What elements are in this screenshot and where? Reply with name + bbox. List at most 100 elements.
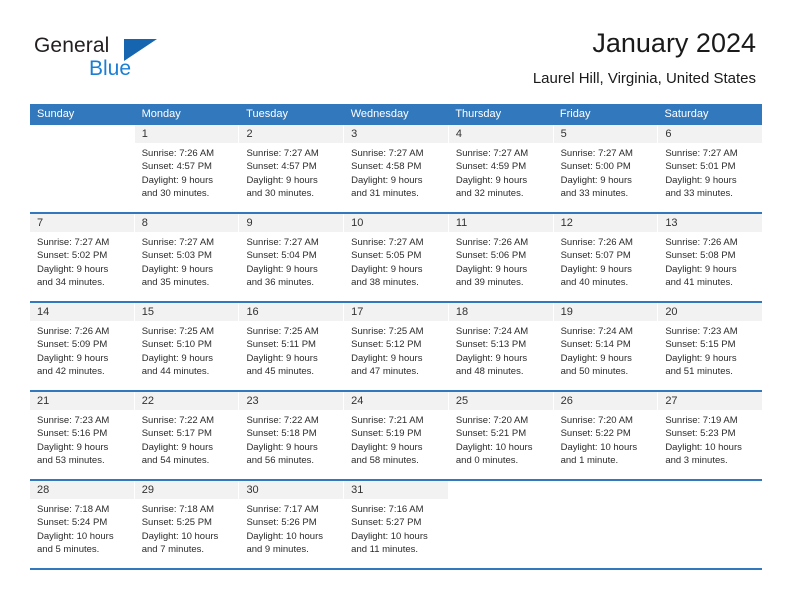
- day-cell[interactable]: 18 Sunrise: 7:24 AM Sunset: 5:13 PM Dayligh…: [448, 303, 554, 390]
- day-cell[interactable]: 23 Sunrise: 7:22 AM Sunset: 5:18 PM Dayligh…: [239, 392, 345, 479]
- day-number-strip: [449, 481, 553, 499]
- daylight-duration-line2: and 38 minutes.: [351, 277, 419, 289]
- day-details: Sunrise: 7:26 AM Sunset: 5:08 PM Daylight:…: [658, 232, 762, 290]
- day-cell[interactable]: 13 Sunrise: 7:26 AM Sunset: 5:08 PM Dayligh…: [658, 214, 763, 301]
- day-cell[interactable]: 3 Sunrise: 7:27 AM Sunset: 4:58 PM Daylight…: [344, 125, 449, 212]
- day-cell[interactable]: 29 Sunrise: 7:18 AM Sunset: 5:25 PM Dayligh…: [134, 481, 240, 568]
- daylight-duration-line1: Daylight: 9 hours: [455, 263, 528, 275]
- daylight-duration-line1: Daylight: 9 hours: [141, 174, 214, 186]
- daylight-duration-line1: Daylight: 10 hours: [141, 530, 219, 542]
- day-number: 2: [246, 128, 253, 140]
- day-number-strip: 5: [553, 125, 658, 143]
- sunrise-time: Sunrise: 7:26 AM: [141, 148, 215, 159]
- day-number: 28: [37, 484, 50, 496]
- day-cell[interactable]: 25 Sunrise: 7:20 AM Sunset: 5:21 PM Dayligh…: [448, 392, 554, 479]
- day-cell[interactable]: 8 Sunrise: 7:27 AM Sunset: 5:03 PM Daylight…: [134, 214, 240, 301]
- sunrise-time: Sunrise: 7:24 AM: [455, 326, 529, 337]
- daylight-duration-line2: and 7 minutes.: [141, 544, 205, 556]
- daylight-duration-line1: Daylight: 9 hours: [246, 352, 318, 364]
- daylight-duration-line2: and 45 minutes.: [246, 366, 315, 378]
- sunset-time: Sunset: 5:15 PM: [665, 339, 736, 351]
- day-cell[interactable]: 15 Sunrise: 7:25 AM Sunset: 5:10 PM Dayligh…: [134, 303, 240, 390]
- calendar-week-row: 7 Sunrise: 7:27 AM Sunset: 5:02 PM Daylight…: [30, 214, 763, 303]
- day-details: Sunrise: 7:23 AM Sunset: 5:15 PM Daylight:…: [658, 321, 762, 379]
- sunrise-time: Sunrise: 7:23 AM: [665, 326, 738, 337]
- daylight-duration-line1: Daylight: 9 hours: [351, 352, 423, 364]
- sunset-time: Sunset: 5:13 PM: [455, 339, 527, 351]
- sunrise-time: Sunrise: 7:20 AM: [560, 415, 633, 426]
- sunrise-time: Sunrise: 7:26 AM: [560, 237, 633, 248]
- sunrise-time: Sunrise: 7:27 AM: [351, 148, 424, 159]
- day-cell[interactable]: 4 Sunrise: 7:27 AM Sunset: 4:59 PM Daylight…: [448, 125, 554, 212]
- sunset-time: Sunset: 4:59 PM: [455, 161, 527, 173]
- weekday-thursday: Thursday: [455, 108, 502, 120]
- day-details: Sunrise: 7:27 AM Sunset: 4:59 PM Daylight:…: [449, 143, 553, 201]
- day-cell[interactable]: 28 Sunrise: 7:18 AM Sunset: 5:24 PM Dayligh…: [30, 481, 135, 568]
- day-number: 11: [455, 217, 468, 229]
- day-number-strip: 21: [30, 392, 134, 410]
- day-details: Sunrise: 7:23 AM Sunset: 5:16 PM Daylight:…: [30, 410, 134, 468]
- daylight-duration-line2: and 54 minutes.: [141, 455, 210, 467]
- day-number-strip: 16: [239, 303, 344, 321]
- day-number: 6: [665, 128, 672, 140]
- day-cell[interactable]: 21 Sunrise: 7:23 AM Sunset: 5:16 PM Dayligh…: [30, 392, 135, 479]
- sunrise-time: Sunrise: 7:27 AM: [37, 237, 110, 248]
- day-cell[interactable]: 24 Sunrise: 7:21 AM Sunset: 5:19 PM Dayligh…: [344, 392, 449, 479]
- weekday-friday: Friday: [559, 108, 591, 120]
- daylight-duration-line2: and 47 minutes.: [351, 366, 419, 378]
- day-cell[interactable]: 12 Sunrise: 7:26 AM Sunset: 5:07 PM Dayligh…: [553, 214, 659, 301]
- day-details: Sunrise: 7:20 AM Sunset: 5:21 PM Daylight:…: [449, 410, 553, 468]
- sunset-time: Sunset: 5:16 PM: [37, 428, 108, 440]
- day-cell[interactable]: 5 Sunrise: 7:27 AM Sunset: 5:00 PM Daylight…: [553, 125, 659, 212]
- day-number-strip: 15: [134, 303, 239, 321]
- day-number: 5: [560, 128, 567, 140]
- day-cell[interactable]: 26 Sunrise: 7:20 AM Sunset: 5:22 PM Dayligh…: [553, 392, 659, 479]
- day-number-strip: 22: [134, 392, 239, 410]
- sunrise-time: Sunrise: 7:24 AM: [560, 326, 633, 337]
- day-cell[interactable]: 11 Sunrise: 7:26 AM Sunset: 5:06 PM Dayligh…: [448, 214, 554, 301]
- daylight-duration-line1: Daylight: 9 hours: [665, 174, 737, 186]
- brand-logo[interactable]: General Blue: [34, 34, 164, 86]
- day-number-strip: 19: [553, 303, 658, 321]
- sunrise-time: Sunrise: 7:22 AM: [246, 415, 319, 426]
- day-details: Sunrise: 7:19 AM Sunset: 5:23 PM Daylight:…: [658, 410, 762, 468]
- day-cell[interactable]: 31 Sunrise: 7:16 AM Sunset: 5:27 PM Dayligh…: [344, 481, 449, 568]
- day-cell[interactable]: 6 Sunrise: 7:27 AM Sunset: 5:01 PM Daylight…: [658, 125, 763, 212]
- day-number-strip: 9: [239, 214, 344, 232]
- sunset-time: Sunset: 5:24 PM: [37, 517, 108, 529]
- day-cell[interactable]: 1 Sunrise: 7:26 AM Sunset: 4:57 PM Daylight…: [134, 125, 240, 212]
- daylight-duration-line1: Daylight: 9 hours: [351, 263, 423, 275]
- calendar-week-row: 1 Sunrise: 7:26 AM Sunset: 4:57 PM Daylight…: [30, 125, 763, 214]
- day-cell[interactable]: 27 Sunrise: 7:19 AM Sunset: 5:23 PM Dayligh…: [658, 392, 763, 479]
- day-number-strip: 10: [344, 214, 448, 232]
- day-number: 4: [455, 128, 462, 140]
- calendar-page: General Blue January 2024 Laurel Hill, V…: [0, 0, 792, 612]
- day-number: 17: [351, 306, 364, 318]
- daylight-duration-line2: and 5 minutes.: [37, 544, 100, 556]
- day-cell[interactable]: 30 Sunrise: 7:17 AM Sunset: 5:26 PM Dayligh…: [239, 481, 345, 568]
- day-details: Sunrise: 7:27 AM Sunset: 4:58 PM Daylight:…: [344, 143, 448, 201]
- day-cell[interactable]: 19 Sunrise: 7:24 AM Sunset: 5:14 PM Dayligh…: [553, 303, 659, 390]
- sunrise-time: Sunrise: 7:26 AM: [37, 326, 110, 337]
- day-number: 10: [351, 217, 364, 229]
- daylight-duration-line2: and 35 minutes.: [141, 277, 210, 289]
- daylight-duration-line2: and 50 minutes.: [560, 366, 629, 378]
- sunrise-time: Sunrise: 7:27 AM: [246, 237, 319, 248]
- day-cell[interactable]: 7 Sunrise: 7:27 AM Sunset: 5:02 PM Daylight…: [30, 214, 135, 301]
- day-cell[interactable]: 20 Sunrise: 7:23 AM Sunset: 5:15 PM Dayligh…: [658, 303, 763, 390]
- day-cell[interactable]: 2 Sunrise: 7:27 AM Sunset: 4:57 PM Daylight…: [239, 125, 345, 212]
- day-number-strip: 25: [448, 392, 553, 410]
- day-cell[interactable]: 14 Sunrise: 7:26 AM Sunset: 5:09 PM Dayligh…: [30, 303, 135, 390]
- day-number: 29: [141, 484, 154, 496]
- day-cell[interactable]: 10 Sunrise: 7:27 AM Sunset: 5:05 PM Dayligh…: [344, 214, 449, 301]
- sunset-time: Sunset: 4:57 PM: [246, 161, 317, 173]
- day-number: 15: [141, 306, 154, 318]
- weekday-wednesday: Wednesday: [350, 108, 409, 120]
- daylight-duration-line2: and 42 minutes.: [37, 366, 105, 378]
- day-cell[interactable]: 22 Sunrise: 7:22 AM Sunset: 5:17 PM Dayligh…: [134, 392, 240, 479]
- daylight-duration-line1: Daylight: 9 hours: [560, 263, 632, 275]
- day-cell[interactable]: 9 Sunrise: 7:27 AM Sunset: 5:04 PM Daylight…: [239, 214, 345, 301]
- day-cell[interactable]: 16 Sunrise: 7:25 AM Sunset: 5:11 PM Dayligh…: [239, 303, 345, 390]
- daylight-duration-line2: and 53 minutes.: [37, 455, 105, 467]
- day-cell[interactable]: 17 Sunrise: 7:25 AM Sunset: 5:12 PM Dayligh…: [344, 303, 449, 390]
